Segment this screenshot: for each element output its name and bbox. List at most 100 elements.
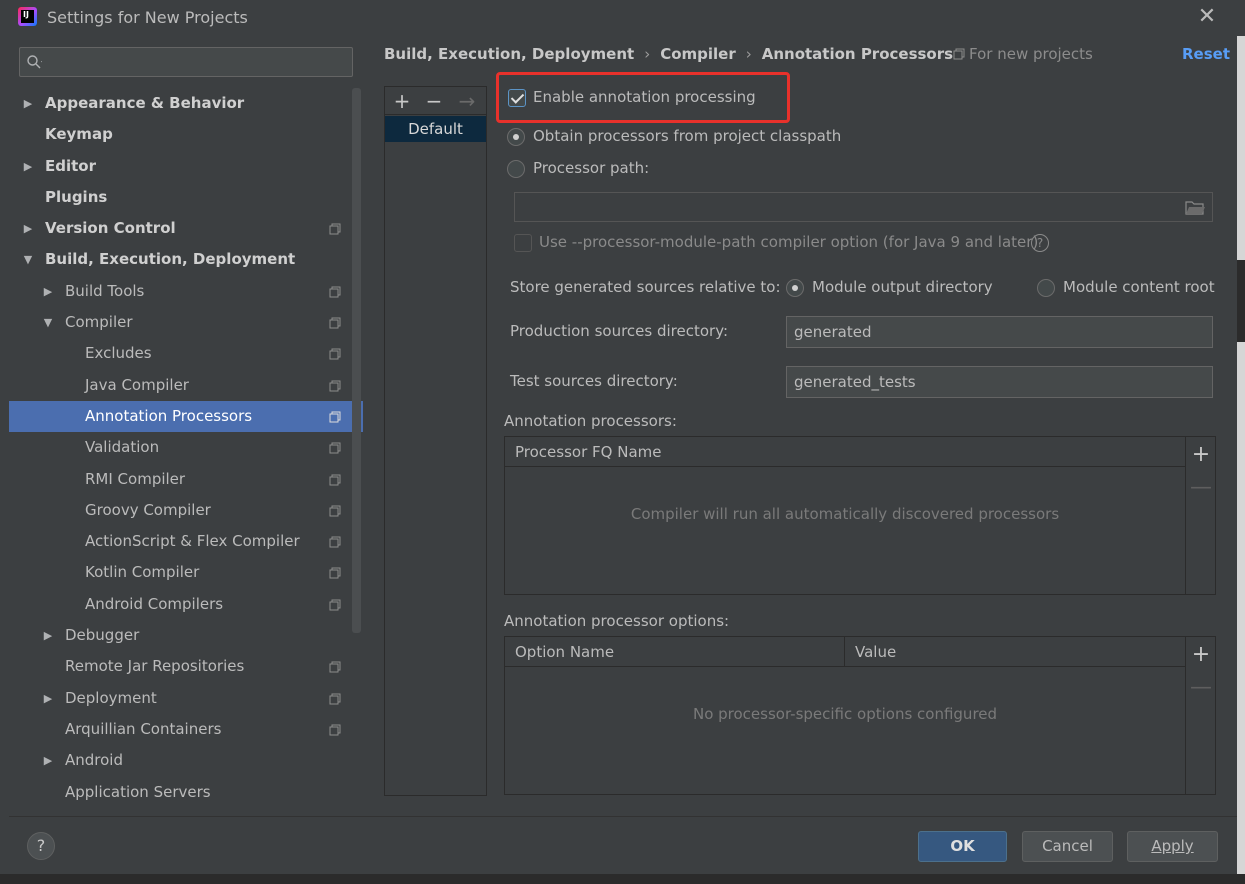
help-icon[interactable]: ? [1031, 234, 1049, 252]
close-icon[interactable]: ✕ [1196, 6, 1218, 28]
test-dir-field[interactable]: generated_tests [786, 366, 1213, 398]
for-new-projects-text: For new projects [969, 45, 1093, 63]
sidebar-item[interactable]: ▶ Version Control [9, 213, 363, 244]
chevron-down-icon[interactable]: ▼ [41, 307, 55, 338]
sidebar-item-label: Groovy Compiler [85, 500, 211, 519]
move-profile-button[interactable]: → [455, 89, 479, 113]
sidebar-item-label: RMI Compiler [85, 469, 186, 488]
for-new-projects-label: For new projects [953, 45, 1093, 63]
intellij-logo-icon: IJ [18, 7, 37, 26]
sidebar-item[interactable]: Excludes [9, 338, 363, 369]
breadcrumb-item: Build, Execution, Deployment [384, 45, 635, 63]
sidebar-item[interactable]: Keymap [9, 119, 363, 150]
sidebar-item[interactable]: Plugins [9, 182, 363, 213]
sidebar-item-label: Version Control [45, 219, 176, 238]
breadcrumb-item: Annotation Processors [761, 45, 954, 63]
sidebar-item[interactable]: Validation [9, 432, 363, 463]
column-header-processor-fq-name[interactable]: Processor FQ Name [505, 437, 1185, 467]
sidebar-item[interactable]: Android Compilers [9, 589, 363, 620]
chevron-right-icon[interactable]: ▶ [41, 745, 55, 776]
processor-path-label: Processor path: [533, 159, 650, 177]
reset-link[interactable]: Reset [1182, 45, 1230, 63]
help-button[interactable]: ? [27, 832, 55, 860]
sidebar-item[interactable]: Annotation Processors [9, 400, 363, 433]
profile-item-default[interactable]: Default [385, 116, 486, 142]
production-dir-label: Production sources directory: [510, 322, 729, 340]
project-level-icon [329, 693, 341, 705]
column-header-value[interactable]: Value [845, 637, 1185, 667]
sidebar-item[interactable]: Remote Jar Repositories [9, 651, 363, 682]
sidebar-scrollbar[interactable] [352, 88, 361, 633]
module-output-directory-label: Module output directory [812, 278, 993, 296]
ok-button[interactable]: OK [918, 831, 1007, 862]
chevron-right-icon[interactable]: ▶ [41, 276, 55, 307]
chevron-down-icon[interactable]: ▼ [21, 244, 35, 275]
sidebar-item[interactable]: Arquillian Containers [9, 714, 363, 745]
chevron-right-icon[interactable]: ▶ [21, 151, 35, 182]
module-output-directory-radio[interactable] [786, 279, 804, 297]
project-level-icon [329, 348, 341, 360]
sidebar-item-label: Build Tools [65, 281, 145, 300]
project-icon [953, 48, 965, 60]
remove-processor-button[interactable]: — [1186, 475, 1216, 500]
title-bar: IJ Settings for New Projects ✕ [0, 0, 1245, 36]
sidebar-item-label: Android [65, 751, 123, 770]
options-table: Option Name Value No processor-specific … [504, 636, 1216, 795]
breadcrumb-separator: › [644, 45, 651, 63]
obtain-from-classpath-radio[interactable] [507, 128, 525, 146]
project-level-icon [329, 599, 341, 611]
sidebar-item[interactable]: ▼ Build, Execution, Deployment [9, 244, 363, 275]
project-level-icon [329, 442, 341, 454]
column-header-option-name[interactable]: Option Name [505, 637, 845, 667]
processor-path-radio[interactable] [507, 160, 525, 178]
sidebar-item-label: Appearance & Behavior [45, 94, 245, 112]
sidebar-item-label: Editor [45, 156, 96, 175]
options-side-toolbar: + — [1185, 637, 1215, 794]
chevron-right-icon[interactable]: ▶ [41, 683, 55, 714]
sidebar-item-label: Compiler [65, 313, 133, 332]
sidebar-item[interactable]: Groovy Compiler [9, 495, 363, 526]
sidebar-item[interactable]: RMI Compiler [9, 464, 363, 495]
obtain-from-classpath-label: Obtain processors from project classpath [533, 127, 842, 145]
production-dir-field[interactable]: generated [786, 316, 1213, 348]
cancel-button[interactable]: Cancel [1022, 831, 1113, 862]
sidebar-item-label: Keymap [45, 125, 113, 144]
apply-button[interactable]: Apply [1127, 831, 1218, 862]
chevron-right-icon[interactable]: ▶ [21, 213, 35, 244]
project-level-icon [329, 536, 341, 548]
sidebar-item[interactable]: ▶ Deployment [9, 683, 363, 714]
project-level-icon [329, 474, 341, 486]
sidebar-item-label: Validation [85, 438, 160, 457]
sidebar-item-label: Android Compilers [85, 594, 224, 613]
add-option-button[interactable]: + [1186, 642, 1216, 667]
sidebar-item[interactable]: ActionScript & Flex Compiler [9, 526, 363, 557]
processor-module-path-checkbox[interactable] [514, 234, 532, 252]
processor-path-field[interactable] [514, 192, 1213, 222]
chevron-right-icon[interactable]: ▶ [41, 620, 55, 651]
sidebar-item-label: Excludes [85, 344, 152, 363]
search-input[interactable] [19, 47, 353, 77]
sidebar-item[interactable]: ▶ Android [9, 745, 363, 776]
remove-option-button[interactable]: — [1186, 675, 1216, 700]
sidebar-item[interactable]: ▶ Editor [9, 151, 363, 182]
sidebar-item[interactable]: ▶ Debugger [9, 620, 363, 651]
sidebar-item[interactable]: ▼ Compiler [9, 307, 363, 338]
add-profile-button[interactable]: + [390, 89, 414, 113]
chevron-right-icon[interactable]: ▶ [21, 88, 35, 119]
add-processor-button[interactable]: + [1186, 442, 1216, 467]
sidebar-item-label: Deployment [65, 688, 157, 707]
project-level-icon [329, 724, 341, 736]
sidebar-item[interactable]: Application Servers [9, 777, 363, 808]
test-dir-label: Test sources directory: [510, 372, 678, 390]
sidebar-item-label: Kotlin Compiler [85, 563, 200, 582]
sidebar-item[interactable]: ▶ Build Tools [9, 276, 363, 307]
sidebar-item[interactable]: Java Compiler [9, 370, 363, 401]
sidebar-item[interactable]: Kotlin Compiler [9, 557, 363, 588]
background-window-peek [0, 874, 1245, 884]
remove-profile-button[interactable]: − [422, 89, 446, 113]
module-content-root-radio[interactable] [1037, 279, 1055, 297]
module-content-root-label: Module content root [1063, 278, 1215, 296]
sidebar-item-label: Application Servers [65, 782, 211, 801]
folder-icon[interactable] [1185, 200, 1205, 215]
sidebar-item[interactable]: ▶ Appearance & Behavior [9, 88, 363, 119]
